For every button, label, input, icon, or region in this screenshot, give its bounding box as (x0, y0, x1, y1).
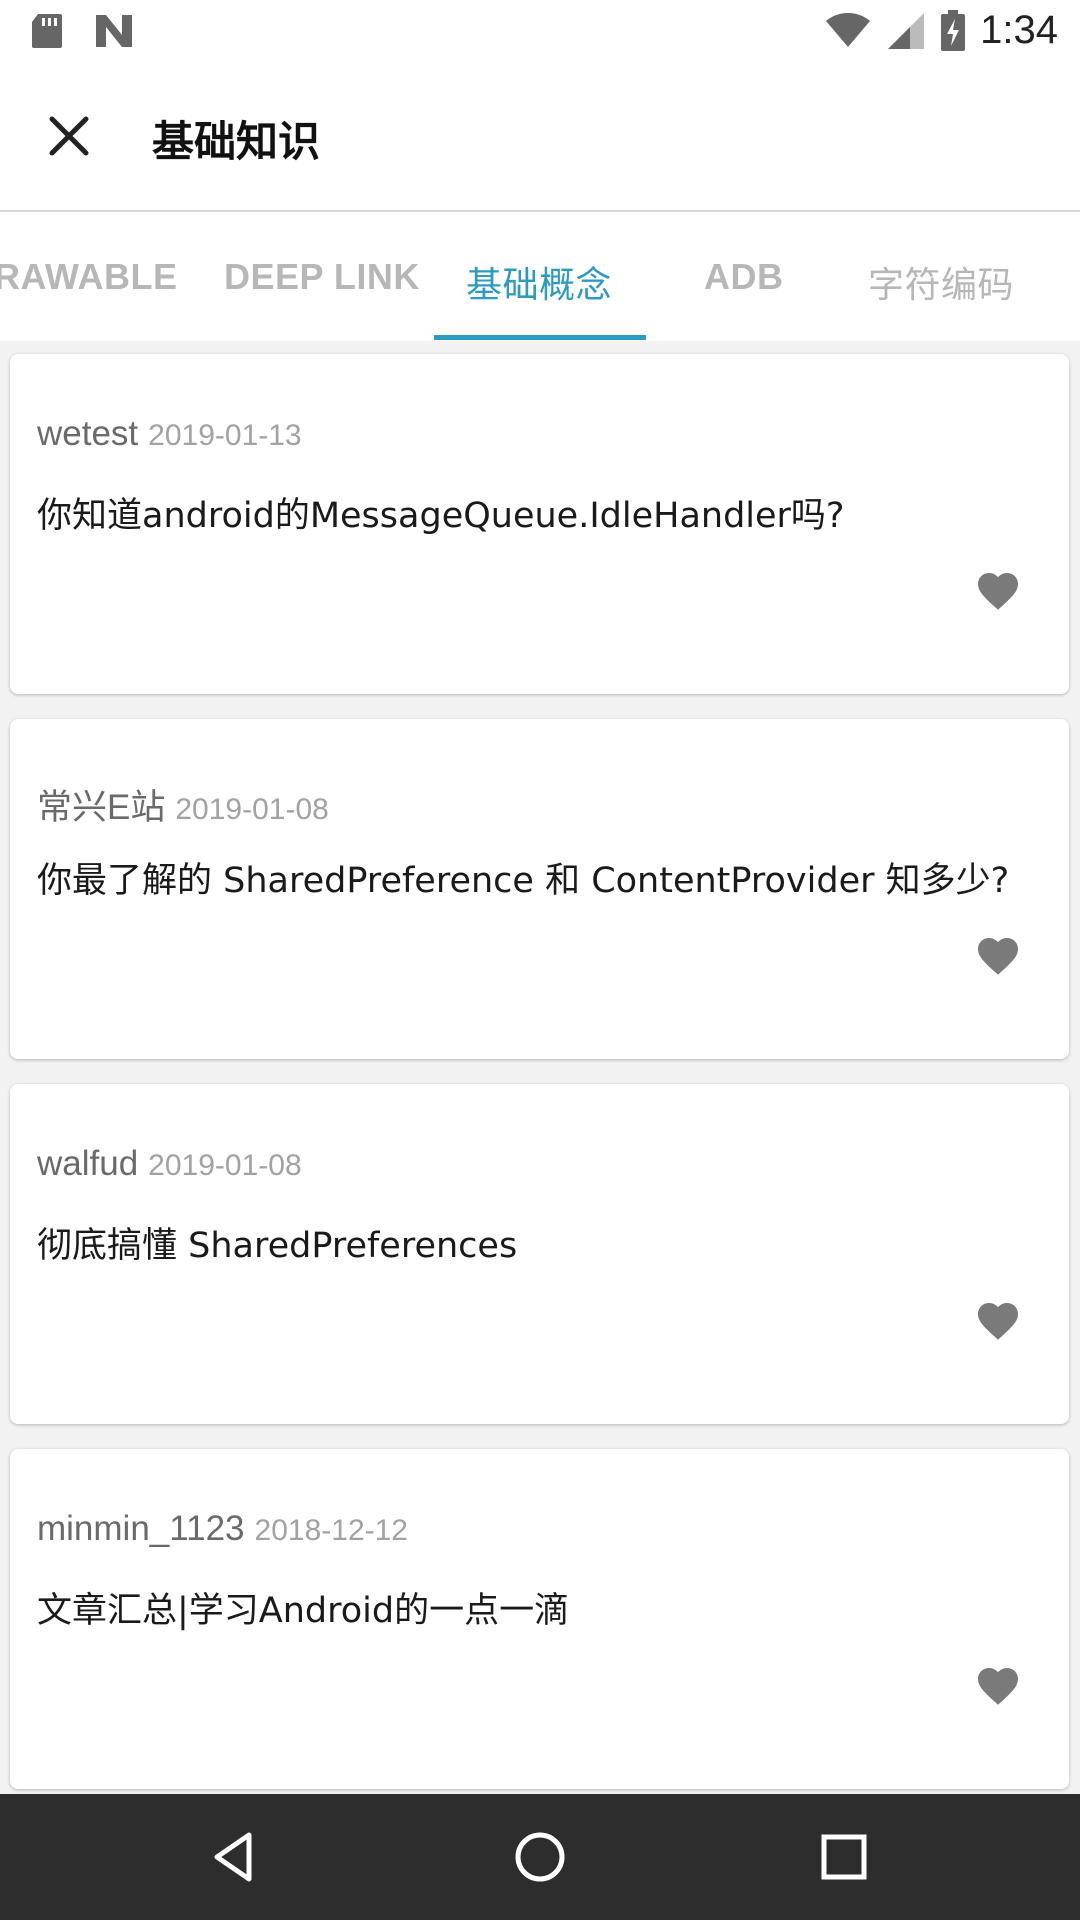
article-card[interactable]: minmin_1123 2018-12-12 文章汇总|学习Android的一点一… (10, 1449, 1069, 1789)
article-date: 2018-12-12 (254, 1514, 408, 1547)
heart-icon[interactable] (974, 1662, 1022, 1706)
battery-charging-icon (941, 9, 966, 51)
article-meta: 常兴E站 2019-01-08 (37, 779, 329, 830)
article-card[interactable]: wetest 2019-01-13 你知道android的MessageQueue… (10, 354, 1069, 694)
article-title: 彻底搞懂 SharedPreferences (37, 1226, 518, 1266)
article-author: minmin_1123 (37, 1509, 245, 1548)
heart-icon[interactable] (974, 932, 1022, 976)
article-card[interactable]: walfud 2019-01-08 彻底搞懂 SharedPreferences (10, 1084, 1069, 1424)
recents-icon[interactable] (814, 1827, 874, 1887)
system-nav-bar (0, 1794, 1080, 1920)
article-author: wetest (37, 414, 139, 453)
sd-card-icon (32, 14, 62, 48)
heart-icon[interactable] (974, 567, 1022, 611)
back-icon[interactable] (205, 1827, 265, 1887)
tab-character-encoding[interactable]: 字符编码 (868, 256, 1014, 308)
article-author: walfud (37, 1144, 139, 1183)
cell-signal-icon (888, 12, 925, 49)
tab-deep-link[interactable]: DEEP LINK (224, 256, 420, 298)
tab-adb[interactable]: ADB (704, 256, 784, 298)
status-bar: 1:34 (0, 0, 1080, 63)
article-meta: wetest 2019-01-13 (37, 414, 302, 454)
article-meta: walfud 2019-01-08 (37, 1144, 302, 1184)
status-time: 1:34 (980, 8, 1058, 52)
heart-icon[interactable] (974, 1297, 1022, 1341)
wifi-icon (826, 12, 871, 47)
close-icon[interactable] (44, 111, 94, 161)
article-date: 2019-01-13 (148, 419, 302, 452)
article-date: 2019-01-08 (175, 793, 329, 826)
article-author: 常兴E站 (37, 788, 166, 827)
article-meta: minmin_1123 2018-12-12 (37, 1509, 408, 1549)
article-date: 2019-01-08 (148, 1149, 302, 1182)
n-logo-icon (96, 15, 132, 47)
tab-drawable[interactable]: RAWABLE (0, 256, 178, 298)
tab-indicator (434, 335, 646, 340)
tab-bar: RAWABLE DEEP LINK 基础概念 ADB 字符编码 (0, 212, 1080, 341)
article-title: 你最了解的 SharedPreference 和 ContentProvider… (37, 861, 1010, 901)
page-title: 基础知识 (152, 117, 321, 166)
home-icon[interactable] (510, 1827, 570, 1887)
article-card[interactable]: 常兴E站 2019-01-08 你最了解的 SharedPreference 和 … (10, 719, 1069, 1059)
app-bar: 基础知识 (0, 63, 1080, 212)
article-title: 你知道android的MessageQueue.IdleHandler吗? (37, 496, 845, 536)
tab-basic-concepts[interactable]: 基础概念 (466, 256, 612, 308)
article-title: 文章汇总|学习Android的一点一滴 (37, 1591, 570, 1631)
